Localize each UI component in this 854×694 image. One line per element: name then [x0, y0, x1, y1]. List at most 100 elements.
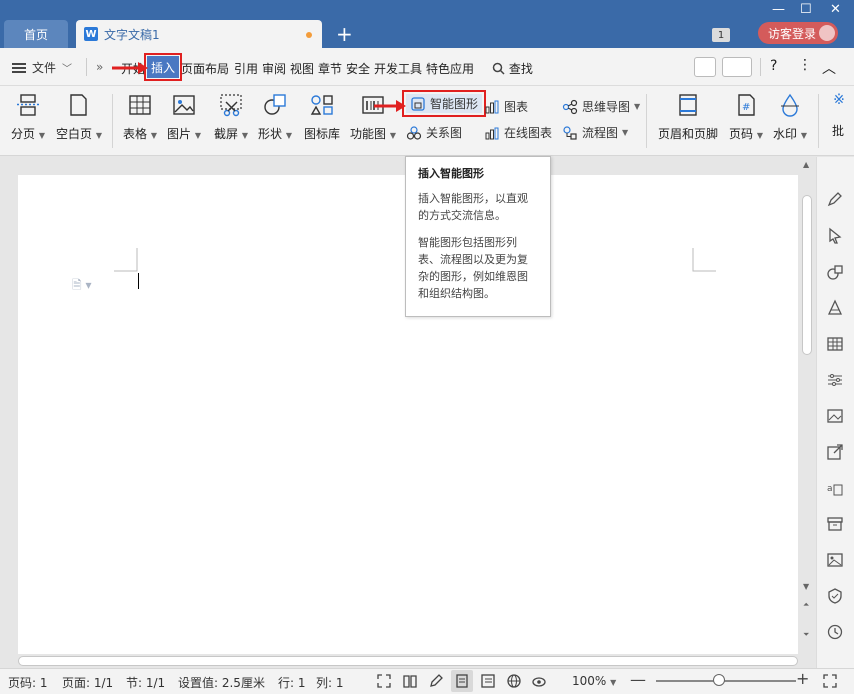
blank-page-label: 空白页 — [56, 127, 93, 141]
status-row: 行: 1 — [278, 676, 306, 690]
image-icon[interactable] — [826, 407, 844, 425]
online-chart-button[interactable]: 在线图表 — [484, 124, 552, 141]
table-icon — [129, 95, 151, 115]
zoom-out-icon[interactable]: — — [630, 670, 646, 689]
tab-chapter[interactable]: 章节 — [318, 60, 342, 77]
icon-library-button[interactable]: 图标库 — [302, 92, 342, 142]
writer-doc-icon: W — [84, 27, 98, 41]
mind-map-button[interactable]: 思维导图 ▼ — [562, 98, 640, 115]
page-number-button[interactable]: # 页码 ▼ — [728, 92, 764, 142]
style-icon[interactable] — [826, 299, 844, 317]
header-footer-button[interactable]: 页眉和页脚 — [656, 92, 720, 142]
settings-sliders-icon[interactable] — [826, 371, 844, 389]
horizontal-scroll-thumb[interactable] — [18, 656, 798, 666]
tab-special-apps[interactable]: 特色应用 — [426, 60, 474, 77]
web-view-icon[interactable] — [506, 673, 522, 689]
share-button[interactable] — [694, 57, 716, 77]
svg-text:#: # — [742, 102, 750, 113]
tab-references[interactable]: 引用 — [234, 60, 258, 77]
read-mode-icon[interactable] — [402, 673, 418, 689]
tab-home[interactable]: 首页 — [4, 20, 68, 48]
new-tab-button[interactable]: + — [336, 22, 353, 46]
file-menu[interactable]: 文件 ﹀ — [12, 59, 72, 76]
tab-security[interactable]: 安全 — [346, 60, 370, 77]
shapes-icon[interactable] — [826, 263, 844, 281]
zoom-level[interactable]: 100% ▼ — [572, 674, 616, 688]
divider — [818, 94, 819, 148]
unsaved-dot-icon — [306, 32, 312, 38]
more-icon[interactable]: » — [96, 60, 103, 74]
scroll-down-icon[interactable]: ▼ — [803, 582, 809, 591]
archive-icon[interactable] — [826, 515, 844, 533]
page-break-button[interactable]: 分页 ▼ — [10, 92, 46, 142]
watermark-button[interactable]: 水印 ▼ — [772, 92, 808, 142]
fullscreen-icon[interactable] — [376, 673, 392, 689]
search-button[interactable]: 查找 — [492, 60, 533, 77]
zoom-in-icon[interactable]: + — [796, 669, 809, 688]
tab-dev-tools[interactable]: 开发工具 — [374, 60, 422, 77]
file-menu-label: 文件 — [32, 61, 57, 75]
status-col: 列: 1 — [316, 676, 344, 690]
zoom-slider-handle[interactable] — [713, 674, 725, 686]
page-view-button[interactable] — [451, 670, 473, 692]
window-count-badge[interactable]: 1 — [712, 28, 730, 42]
guest-login-label: 访客登录 — [768, 26, 817, 41]
paragraph-layout-icon[interactable]: 🗎 ▾ — [72, 276, 92, 297]
edit-icon[interactable] — [826, 190, 844, 208]
shape-button[interactable]: 形状 ▼ — [256, 92, 294, 142]
share-icon[interactable] — [826, 443, 844, 461]
shield-icon[interactable] — [826, 587, 844, 605]
pen-icon[interactable] — [428, 673, 444, 689]
outline-view-icon[interactable] — [480, 673, 496, 689]
relation-chart-button[interactable]: 关系图 — [406, 124, 462, 141]
divider — [646, 94, 647, 148]
annotation-arrow — [112, 62, 148, 74]
history-icon[interactable] — [826, 623, 844, 641]
text-cursor — [138, 273, 139, 289]
comment-icon: ※ — [833, 92, 845, 108]
collab-button[interactable] — [722, 57, 752, 77]
screenshot-label: 截屏 — [214, 127, 239, 141]
tab-document[interactable]: W 文字文稿1 — [76, 20, 322, 48]
cursor-icon[interactable] — [826, 227, 844, 245]
table-button[interactable]: 表格 ▼ — [122, 92, 158, 142]
image-button[interactable]: 图片 ▼ — [166, 92, 202, 142]
tooltip-description: 插入智能图形，以直观的方式交流信息。 — [418, 192, 528, 222]
tab-review[interactable]: 审阅 — [262, 60, 286, 77]
eye-protection-icon[interactable] — [531, 673, 547, 689]
page-view-icon — [456, 674, 468, 688]
vertical-scroll-thumb[interactable] — [802, 195, 812, 355]
fit-window-icon[interactable] — [822, 673, 838, 689]
smart-art-tooltip: 插入智能图形 插入智能图形，以直观的方式交流信息。 智能图形包括图形列表、流程图… — [405, 156, 551, 317]
tab-insert[interactable]: 插入 — [144, 53, 182, 81]
picture-icon[interactable] — [826, 551, 844, 569]
svg-text:a: a — [827, 484, 833, 494]
guest-login-button[interactable]: 访客登录 — [758, 22, 838, 44]
scissors-icon — [220, 94, 242, 117]
close-icon[interactable]: ✕ — [830, 2, 841, 17]
translate-icon[interactable]: a — [826, 479, 844, 497]
blank-page-button[interactable]: 空白页 ▼ — [56, 92, 102, 142]
margin-corner-top-left — [114, 248, 138, 272]
zoom-slider[interactable] — [656, 680, 796, 682]
help-icon[interactable]: ? — [770, 58, 777, 74]
comment-button[interactable]: ※ 批 — [826, 92, 850, 139]
watermark-icon — [781, 93, 799, 117]
next-page-icon[interactable]: ⏷ — [803, 630, 809, 640]
tab-view[interactable]: 视图 — [290, 60, 314, 77]
collapse-ribbon-icon[interactable]: ︿ — [822, 58, 836, 78]
scroll-up-icon[interactable]: ▲ — [803, 160, 809, 169]
screenshot-button[interactable]: 截屏 ▼ — [212, 92, 250, 142]
more-options-icon[interactable]: ⋮ — [798, 57, 812, 73]
table-icon[interactable] — [826, 335, 844, 353]
prev-page-icon[interactable]: ⏶ — [803, 600, 809, 610]
chart-button[interactable]: 图表 — [484, 98, 528, 115]
maximize-icon[interactable]: ☐ — [800, 2, 812, 17]
minimize-icon[interactable]: — — [772, 2, 785, 17]
search-icon — [492, 62, 505, 75]
tooltip-details: 智能图形包括图形列表、流程图以及更为复杂的图形，例如维恩图和组织结构图。 — [418, 236, 528, 300]
smart-art-button[interactable]: 智能图形 — [401, 90, 487, 117]
flowchart-button[interactable]: 流程图 ▼ — [562, 124, 628, 141]
page-number-icon: # — [738, 94, 755, 116]
tab-page-layout[interactable]: 页面布局 — [181, 60, 229, 77]
